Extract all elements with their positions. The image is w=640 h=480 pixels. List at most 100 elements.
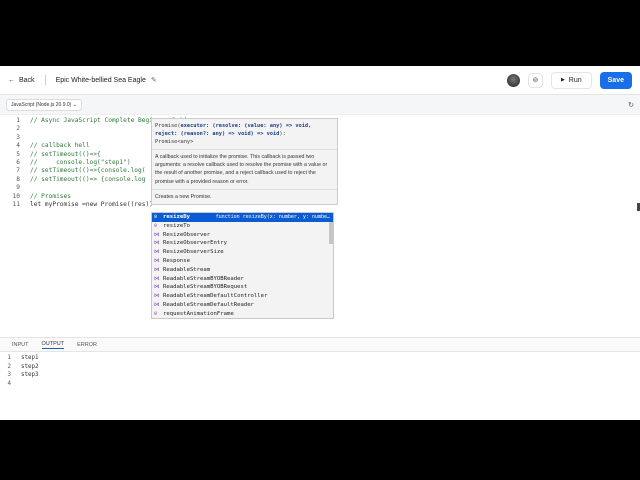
suggestion-item[interactable]: ⋈ Response bbox=[152, 257, 333, 266]
code-text: // setTimeout(()=>{console.log( bbox=[30, 167, 146, 175]
output-line: 2 step2 bbox=[0, 363, 640, 372]
tooltip-doc: A callback used to initialize the promis… bbox=[152, 150, 337, 190]
line-number: 8 bbox=[16, 175, 20, 183]
suggestion-label: resizeTo bbox=[163, 222, 190, 229]
header: ← Back Epic White-bellied Sea Eagle ✎ ⊚ ▶… bbox=[0, 66, 640, 95]
autocomplete-list[interactable]: ⊙ resizeBy function resizeBy(x: number, y:… bbox=[151, 212, 334, 319]
output-text: step1 bbox=[21, 355, 39, 361]
variable-icon: ⋈ bbox=[154, 249, 160, 256]
suggestion-detail: function resizeBy(x: number, y: numbe… bbox=[215, 214, 330, 220]
line-number: 6 bbox=[16, 158, 20, 166]
output-line: 1 step1 bbox=[0, 354, 640, 363]
save-button[interactable]: Save bbox=[599, 71, 632, 89]
output-tabs: INPUT OUTPUT ERROR bbox=[0, 337, 640, 352]
divider bbox=[44, 75, 46, 85]
code-text: // callback hell bbox=[30, 142, 90, 150]
line-number: 3 bbox=[16, 133, 20, 141]
variable-icon: ⋈ bbox=[154, 240, 160, 247]
variable-icon: ⋈ bbox=[154, 301, 160, 308]
avatar[interactable] bbox=[506, 73, 520, 87]
output-line: 4 bbox=[0, 380, 640, 389]
suggestion-item[interactable]: ⊙ resizeTo bbox=[152, 222, 333, 231]
suggestion-item[interactable]: ⊙ requestAnimationFrame bbox=[152, 310, 333, 319]
suggestion-label: ReadableStreamBYOBReader bbox=[163, 275, 244, 282]
output-panel: 1 step1 2 step2 3 step3 4 bbox=[0, 352, 640, 389]
line-number: 1 bbox=[7, 355, 12, 361]
line-number: 2 bbox=[7, 363, 12, 370]
settings-icon[interactable]: ⊚ bbox=[527, 72, 543, 88]
variable-icon: ⋈ bbox=[154, 257, 160, 264]
variable-icon: ⋈ bbox=[154, 293, 160, 300]
parameter-hint-tooltip: Promise(executor: (resolve: (value: any)… bbox=[151, 118, 338, 206]
line-number: 10 bbox=[12, 192, 20, 200]
line-number: 5 bbox=[16, 150, 20, 158]
suggestion-label: ReadableStreamDefaultReader bbox=[163, 301, 254, 308]
suggestion-item[interactable]: ⋈ ResizeObserverSize bbox=[152, 248, 333, 257]
language-select[interactable]: JavaScript (Node.js 20.9.0) ⌄ bbox=[6, 98, 82, 111]
back-label: Back bbox=[19, 76, 35, 84]
reset-icon[interactable]: ↻ bbox=[628, 101, 634, 109]
play-icon: ▶ bbox=[560, 77, 565, 83]
tab-error[interactable]: ERROR bbox=[77, 342, 97, 348]
suggestion-label: resizeBy bbox=[163, 214, 190, 220]
suggestion-item[interactable]: ⋈ ResizeObserver bbox=[152, 231, 333, 240]
chevron-down-icon: ⌄ bbox=[72, 101, 77, 108]
suggestion-label: Response bbox=[163, 257, 190, 264]
suggestion-item[interactable]: ⊙ resizeBy function resizeBy(x: number, y:… bbox=[152, 213, 333, 222]
run-label: Run bbox=[568, 76, 582, 84]
output-line: 3 step3 bbox=[0, 371, 640, 380]
suggestion-item[interactable]: ⋈ ReadableStreamBYOBRequest bbox=[152, 283, 333, 292]
return-type: Promise<any> bbox=[155, 139, 194, 145]
line-number: 4 bbox=[16, 142, 20, 150]
tab-input[interactable]: INPUT bbox=[12, 342, 29, 348]
suggestion-label: ResizeObserver bbox=[163, 231, 211, 238]
scrollbar[interactable] bbox=[329, 222, 333, 244]
line-number: 9 bbox=[16, 184, 20, 192]
line-number: 11 bbox=[12, 200, 20, 208]
method-icon: ⊙ bbox=[154, 222, 158, 229]
arrow-left-icon: ← bbox=[8, 76, 15, 84]
line-number: 7 bbox=[16, 167, 20, 175]
suggestion-label: ResizeObserverEntry bbox=[163, 240, 227, 247]
output-text: step3 bbox=[21, 372, 39, 379]
tab-output[interactable]: OUTPUT bbox=[41, 341, 65, 349]
variable-icon: ⋈ bbox=[154, 266, 160, 273]
tooltip-summary: Creates a new Promise. bbox=[155, 193, 212, 200]
variable-icon: ⋈ bbox=[154, 231, 160, 238]
variable-icon: ⋈ bbox=[154, 275, 160, 282]
suggestion-item[interactable]: ⋈ ReadableStreamBYOBReader bbox=[152, 275, 333, 284]
suggestion-item[interactable]: ⋈ ReadableStream bbox=[152, 266, 333, 275]
method-icon: ⊙ bbox=[154, 214, 158, 220]
code-editor[interactable]: 1// Async JavaScript Complete Beginner G… bbox=[0, 115, 640, 337]
line-number: 4 bbox=[7, 381, 12, 388]
suggestion-label: ReadableStreamDefaultController bbox=[163, 293, 268, 300]
language-label: JavaScript (Node.js 20.9.0) bbox=[11, 101, 72, 108]
suggestion-item[interactable]: ⋈ ReadableStreamDefaultReader bbox=[152, 301, 333, 310]
pencil-icon[interactable]: ✎ bbox=[151, 76, 157, 84]
line-number: 2 bbox=[16, 125, 20, 133]
code-text: // setTimeout(()=>{ bbox=[30, 150, 101, 158]
code-text: let myPromise =new Promise((res)) bbox=[30, 200, 153, 208]
signature: Promise(executor: (resolve: (value: any)… bbox=[152, 119, 337, 150]
editor-toolbar: JavaScript (Node.js 20.9.0) ⌄ ↻ bbox=[0, 95, 640, 115]
suggestion-item[interactable]: ⋈ ReadableStreamDefaultController bbox=[152, 292, 333, 301]
code-text: // Promises bbox=[30, 192, 71, 200]
suggestion-item[interactable]: ⋈ ResizeObserverEntry bbox=[152, 239, 333, 248]
line-number: 3 bbox=[7, 372, 12, 379]
output-text: step2 bbox=[21, 363, 39, 370]
variable-icon: ⋈ bbox=[154, 284, 160, 291]
signature-name: Promise( bbox=[155, 123, 181, 129]
code-text: // setTimeout(()=> {console.log bbox=[30, 175, 146, 183]
method-icon: ⊙ bbox=[154, 310, 158, 317]
code-text: // console.log("step1") bbox=[30, 158, 131, 166]
back-button[interactable]: ← Back bbox=[8, 77, 35, 84]
signature-end: ): bbox=[279, 131, 286, 137]
line-number: 1 bbox=[16, 117, 20, 124]
suggestion-label: requestAnimationFrame bbox=[163, 310, 234, 317]
suggestion-label: ResizeObserverSize bbox=[163, 249, 224, 256]
run-button[interactable]: ▶ Run bbox=[550, 71, 592, 89]
suggestion-label: ReadableStream bbox=[163, 266, 211, 273]
project-title[interactable]: Epic White-bellied Sea Eagle bbox=[56, 77, 146, 84]
app: ← Back Epic White-bellied Sea Eagle ✎ ⊚ ▶… bbox=[0, 66, 640, 420]
suggestion-label: ReadableStreamBYOBRequest bbox=[163, 284, 248, 291]
